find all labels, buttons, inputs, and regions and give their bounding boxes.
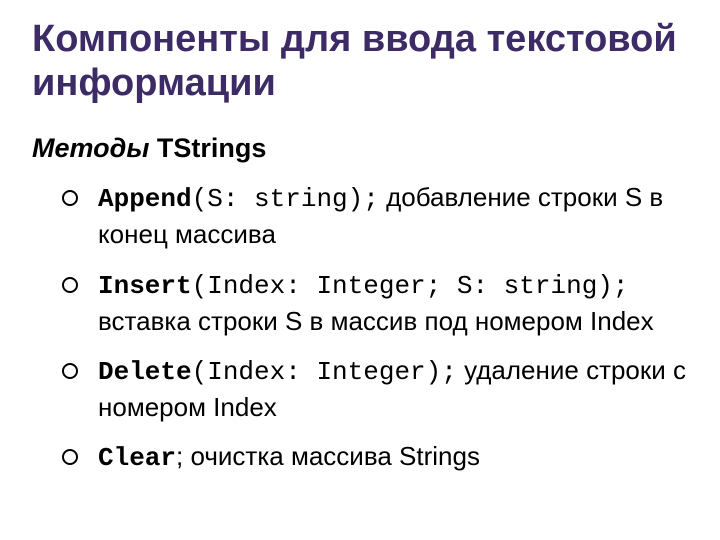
list-item: Delete(Index: Integer); удаление строки … [80, 353, 688, 425]
method-signature: (S: string); [192, 184, 379, 214]
method-description: вставка строки S в массив под номером In… [98, 306, 654, 336]
method-name: Delete [98, 357, 192, 387]
method-signature: (Index: Integer; S: string); [192, 271, 629, 301]
list-item: Clear; очистка массива Strings [80, 439, 688, 476]
list-item: Insert(Index: Integer; S: string); встав… [80, 267, 688, 339]
slide-subtitle: Методы TStrings [32, 133, 688, 164]
subtitle-rest: TStrings [149, 133, 266, 163]
method-list: Append(S: string); добавление строки S в… [32, 180, 688, 476]
list-item: Append(S: string); добавление строки S в… [80, 180, 688, 252]
method-signature: (Index: Integer); [192, 357, 457, 387]
method-name: Insert [98, 271, 192, 301]
slide-title: Компоненты для ввода текстовой информаци… [32, 18, 688, 105]
method-name: Append [98, 184, 192, 214]
method-description: ; очистка массива Strings [176, 441, 480, 471]
method-name: Clear [98, 443, 176, 473]
subtitle-italic: Методы [32, 133, 149, 163]
